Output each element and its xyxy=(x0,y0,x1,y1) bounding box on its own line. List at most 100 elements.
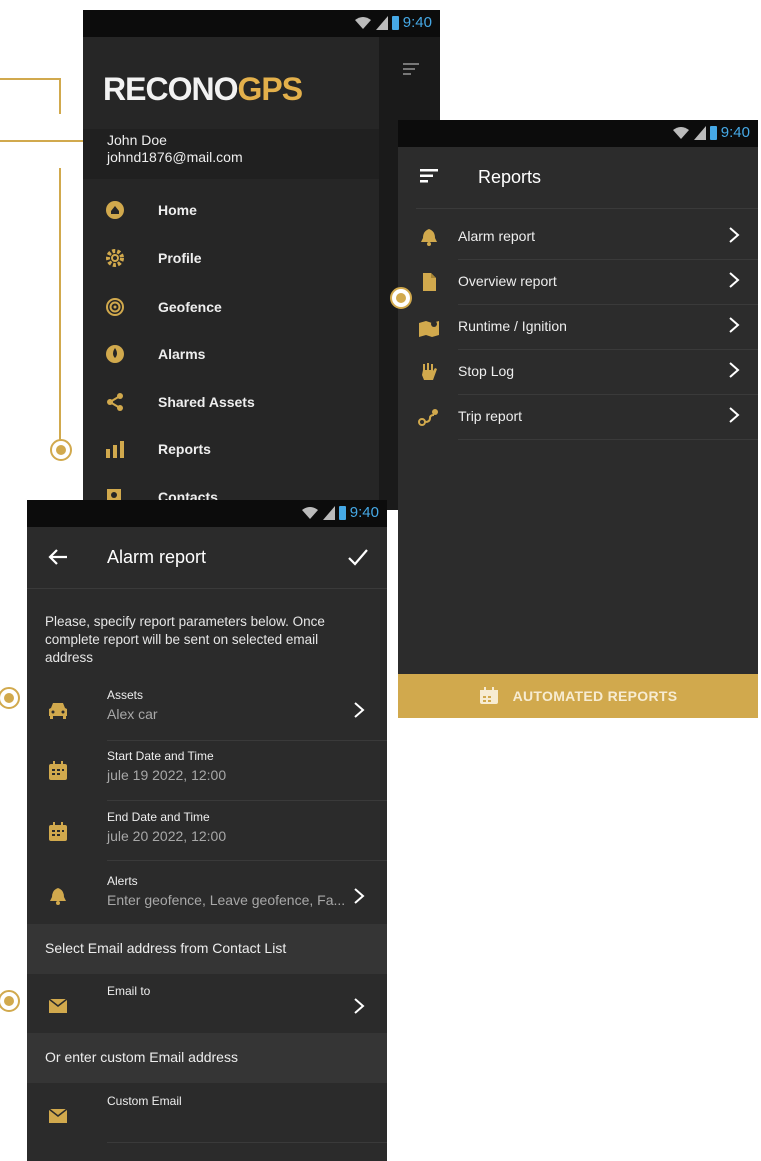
status-bar: 9:40 xyxy=(398,120,758,147)
section-header-custom: Or enter custom Email address xyxy=(27,1033,387,1083)
reports-screen: 9:40 Reports Alarm report Overview repor… xyxy=(398,120,758,718)
sidebar-item-reports[interactable]: Reports xyxy=(83,427,379,471)
chevron-right-icon xyxy=(729,317,740,333)
description-text: Please, specify report parameters below.… xyxy=(45,614,325,665)
app-bar: Reports xyxy=(398,147,758,209)
field-value: jule 20 2022, 12:00 xyxy=(107,828,227,844)
connector-dot xyxy=(0,687,20,709)
start-date-field[interactable]: Start Date and Time jule 19 2022, 12:00 xyxy=(27,741,387,801)
sidebar-item-label: Shared Assets xyxy=(158,394,255,410)
hand-icon xyxy=(418,362,440,382)
field-label: End Date and Time xyxy=(107,810,210,824)
signal-icon xyxy=(693,125,706,140)
divider xyxy=(416,208,758,209)
sidebar-item-shared-assets[interactable]: Shared Assets xyxy=(83,380,379,424)
alarm-drop-icon xyxy=(105,344,125,364)
field-value: Enter geofence, Leave geofence, Fa... xyxy=(107,892,346,908)
battery-icon xyxy=(391,15,399,30)
calendar-icon xyxy=(47,822,69,842)
divider xyxy=(27,588,387,589)
status-time: 9:40 xyxy=(402,14,432,31)
sidebar-item-label: Reports xyxy=(158,441,211,457)
connector-dot xyxy=(50,439,72,461)
field-value: Alex car xyxy=(107,706,158,722)
wifi-icon xyxy=(672,126,689,139)
geofence-icon xyxy=(105,297,125,317)
sidebar-item-alarms[interactable]: Alarms xyxy=(83,332,379,376)
report-item-runtime[interactable]: Runtime / Ignition xyxy=(398,305,758,349)
sidebar-item-profile[interactable]: Profile xyxy=(83,236,379,280)
status-time: 9:40 xyxy=(349,504,379,521)
user-info[interactable]: John Doe johnd1876@mail.com xyxy=(83,129,379,179)
report-item-trip[interactable]: Trip report xyxy=(398,395,758,439)
field-label: Email to xyxy=(107,984,151,998)
report-item-label: Runtime / Ignition xyxy=(458,318,567,334)
mail-icon xyxy=(47,1106,69,1126)
battery-icon xyxy=(709,125,717,140)
divider xyxy=(107,1142,387,1143)
home-icon xyxy=(105,200,125,220)
connector-line xyxy=(59,168,61,440)
field-label: Start Date and Time xyxy=(107,749,214,763)
chevron-right-icon xyxy=(354,998,365,1014)
menu-icon[interactable] xyxy=(420,169,438,183)
chevron-right-icon xyxy=(354,702,365,718)
page-title: Reports xyxy=(478,167,542,187)
connector-dot xyxy=(390,287,412,309)
navigation-drawer: RECONOGPS John Doe johnd1876@mail.com Ho… xyxy=(83,37,379,510)
end-date-field[interactable]: End Date and Time jule 20 2022, 12:00 xyxy=(27,802,387,862)
signal-icon xyxy=(322,505,335,520)
bar-chart-icon xyxy=(105,439,125,459)
chevron-right-icon xyxy=(729,227,740,243)
field-label: Alerts xyxy=(107,874,138,888)
chevron-right-icon xyxy=(729,407,740,423)
report-item-alarm[interactable]: Alarm report xyxy=(398,215,758,259)
wifi-icon xyxy=(301,506,318,519)
chevron-right-icon xyxy=(729,272,740,288)
divider xyxy=(107,860,387,861)
menu-icon xyxy=(403,63,419,75)
report-item-label: Overview report xyxy=(458,273,557,289)
car-icon xyxy=(47,700,69,720)
section-header-contact: Select Email address from Contact List xyxy=(27,924,387,974)
chevron-right-icon xyxy=(354,888,365,904)
field-label: Custom Email xyxy=(107,1094,182,1108)
page-title: Alarm report xyxy=(107,547,207,567)
document-icon xyxy=(418,272,440,292)
check-icon[interactable] xyxy=(347,547,369,567)
wifi-icon xyxy=(354,16,371,29)
user-email: johnd1876@mail.com xyxy=(107,149,243,165)
calendar-icon xyxy=(479,687,498,704)
bell-icon xyxy=(47,886,69,906)
divider xyxy=(107,800,387,801)
share-icon xyxy=(105,392,125,412)
sidebar-item-label: Alarms xyxy=(158,346,206,362)
divider xyxy=(458,439,758,440)
sidebar-item-label: Geofence xyxy=(158,299,222,315)
map-pin-icon xyxy=(418,317,440,337)
alerts-field[interactable]: Alerts Enter geofence, Leave geofence, F… xyxy=(27,866,387,926)
logo-text: RECONO xyxy=(103,71,238,107)
report-item-label: Alarm report xyxy=(458,228,536,244)
sidebar-item-geofence[interactable]: Geofence xyxy=(83,285,379,329)
sidebar-item-label: Home xyxy=(158,202,197,218)
field-value: jule 19 2022, 12:00 xyxy=(107,767,227,783)
alarm-report-screen: 9:40 Alarm report Please, specify report… xyxy=(27,500,387,1161)
assets-field[interactable]: Assets Alex car xyxy=(27,680,387,740)
route-icon xyxy=(418,407,440,427)
report-item-overview[interactable]: Overview report xyxy=(398,260,758,304)
drawer-screen: 9:40 RECONOGPS John Doe johnd1876@mail.c… xyxy=(83,10,440,510)
mail-icon xyxy=(47,996,69,1016)
report-item-stop-log[interactable]: Stop Log xyxy=(398,350,758,394)
status-bar: 9:40 xyxy=(83,10,440,37)
email-to-field[interactable]: Email to xyxy=(27,976,387,1036)
user-name: John Doe xyxy=(107,132,167,148)
connector-dot xyxy=(0,990,20,1012)
app-bar: Alarm report xyxy=(27,527,387,589)
section-title: Or enter custom Email address xyxy=(45,1049,238,1065)
back-arrow-icon[interactable] xyxy=(47,547,69,567)
status-time: 9:40 xyxy=(720,124,750,141)
sidebar-item-home[interactable]: Home xyxy=(83,188,379,232)
custom-email-field[interactable]: Custom Email xyxy=(27,1086,387,1146)
automated-reports-button[interactable]: AUTOMATED REPORTS xyxy=(398,674,758,718)
